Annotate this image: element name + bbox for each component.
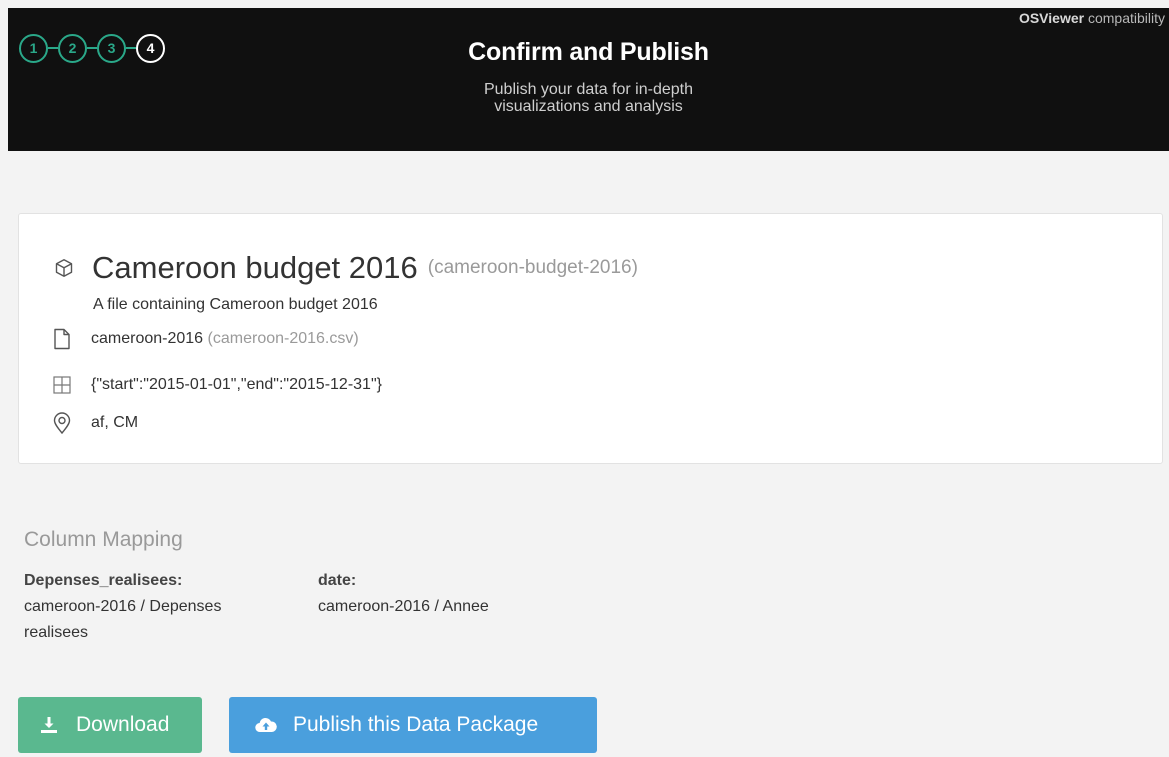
table-grid-icon bbox=[51, 374, 73, 396]
package-slug: (cameroon-budget-2016) bbox=[427, 257, 638, 278]
mapping-value: cameroon-2016 / Depenses realisees bbox=[24, 598, 222, 641]
package-description: A file containing Cameroon budget 2016 bbox=[93, 296, 378, 313]
subtitle-line-2: visualizations and analysis bbox=[494, 98, 683, 115]
mapping-value: cameroon-2016 / Annee bbox=[318, 598, 489, 615]
download-icon bbox=[38, 714, 60, 736]
resource-file: (cameroon-2016.csv) bbox=[207, 330, 359, 347]
mapping-key: date: bbox=[318, 572, 357, 589]
download-button[interactable]: Download bbox=[18, 697, 202, 753]
compat-text: compatibility bbox=[1084, 10, 1165, 26]
download-label: Download bbox=[76, 713, 170, 736]
header-bar: 1 2 3 4 OSViewer compatibility Confirm a… bbox=[8, 8, 1169, 151]
map-pin-icon bbox=[51, 412, 73, 434]
temporal-range: {"start":"2015-01-01","end":"2015-12-31"… bbox=[91, 376, 382, 393]
resource-row: cameroon-2016 (cameroon-2016.csv) bbox=[51, 328, 359, 350]
mapping-column: date: cameroon-2016 / Annee bbox=[318, 568, 618, 620]
page-title: Confirm and Publish bbox=[468, 38, 709, 66]
regions-text: af, CM bbox=[91, 414, 139, 431]
resource-name: cameroon-2016 (cameroon-2016.csv) bbox=[91, 330, 359, 348]
temporal-row: {"start":"2015-01-01","end":"2015-12-31"… bbox=[51, 374, 382, 396]
publish-label: Publish this Data Package bbox=[293, 713, 539, 736]
cloud-upload-icon bbox=[255, 714, 277, 736]
regions-row: af, CM bbox=[51, 412, 138, 434]
package-title-row: Cameroon budget 2016 (cameroon-budget-20… bbox=[53, 250, 638, 286]
subtitle-line-1: Publish your data for in-depth bbox=[483, 81, 693, 98]
mapping-column: Depenses_realisees: cameroon-2016 / Depe… bbox=[24, 568, 274, 646]
compatibility-note: OSViewer compatibility bbox=[1019, 10, 1165, 26]
package-title: Cameroon budget 2016 bbox=[92, 250, 418, 285]
package-summary-card: Cameroon budget 2016 (cameroon-budget-20… bbox=[18, 213, 1163, 464]
column-mapping-heading: Column Mapping bbox=[24, 528, 183, 551]
resource-name-text: cameroon-2016 bbox=[91, 330, 204, 347]
mapping-key: Depenses_realisees: bbox=[24, 572, 183, 589]
file-icon bbox=[51, 328, 73, 350]
compat-brand: OSViewer bbox=[1018, 10, 1085, 26]
cube-icon bbox=[53, 257, 75, 279]
publish-button[interactable]: Publish this Data Package bbox=[229, 697, 597, 753]
page-subtitle: Publish your data for in-depth visualiza… bbox=[8, 81, 1169, 115]
